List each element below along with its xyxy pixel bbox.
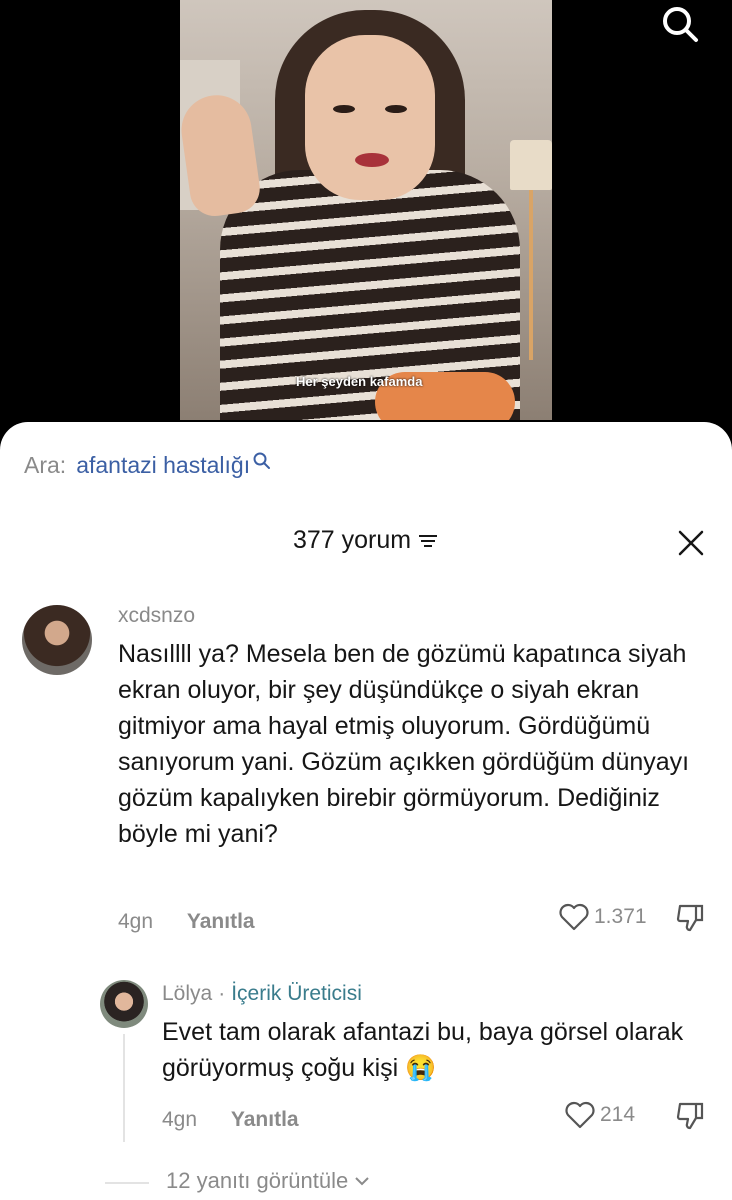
reply-button[interactable]: Yanıtla — [187, 910, 255, 933]
heart-icon — [565, 1101, 595, 1129]
reply-header: Lölya · İçerik Üreticisi — [162, 982, 362, 1006]
thread-line — [123, 1034, 125, 1142]
video-player[interactable]: Her şeyden kafamda — [0, 0, 732, 440]
close-icon[interactable] — [676, 528, 706, 558]
divider — [105, 1182, 149, 1184]
lamp-pole — [529, 190, 533, 360]
separator: · — [218, 982, 226, 1005]
like-count: 1.371 — [594, 905, 647, 928]
lamp-shade — [510, 140, 552, 190]
reply-text: Evet tam olarak afantazi bu, baya görsel… — [162, 1018, 684, 1082]
comment-text: Nasıllll ya? Mesela ben de gözümü kapatı… — [118, 640, 690, 848]
search-term[interactable]: afantazi hastalığı — [76, 452, 250, 479]
search-icon[interactable] — [658, 2, 702, 46]
reply-age: 4gn — [162, 1108, 198, 1131]
heart-icon — [559, 903, 589, 931]
search-prefix: Ara: — [24, 452, 67, 478]
comment-age: 4gn — [118, 910, 154, 933]
lips — [355, 153, 389, 167]
reply-username[interactable]: Lölya — [162, 982, 212, 1006]
view-replies-button[interactable]: 12 yanıtı görüntüle — [166, 1168, 370, 1194]
view-replies-label: 12 yanıtı görüntüle — [166, 1168, 349, 1193]
eye — [385, 105, 407, 113]
like-button[interactable]: 214 — [564, 1100, 635, 1130]
creator-badge: İçerik Üreticisi — [231, 982, 362, 1005]
comment-count: 377 yorum — [292, 526, 412, 554]
related-search[interactable]: Ara: afantazi hastalığı — [24, 452, 272, 479]
video-frame: Her şeyden kafamda — [180, 0, 552, 420]
comments-header: 377 yorum — [0, 526, 732, 555]
avatar[interactable] — [22, 605, 92, 675]
filter-icon[interactable] — [417, 531, 439, 551]
video-caption: Her şeyden kafamda — [296, 374, 423, 389]
person-face — [305, 35, 435, 200]
reply-meta: 4gn Yanıtla — [162, 1108, 299, 1132]
thumbs-down-icon[interactable] — [674, 902, 706, 932]
comment-meta: 4gn Yanıtla — [118, 910, 255, 934]
search-icon — [253, 452, 271, 469]
thumbs-down-icon[interactable] — [674, 1100, 706, 1130]
comment-username[interactable]: xcdsnzo — [118, 604, 195, 628]
person-hand — [180, 90, 264, 220]
eye — [333, 105, 355, 113]
comments-sheet: Ara: afantazi hastalığı 377 yorum xcdsnz… — [0, 422, 732, 1200]
avatar[interactable] — [100, 980, 148, 1028]
like-button[interactable]: 1.371 — [558, 902, 647, 932]
chevron-down-icon — [355, 1177, 369, 1186]
like-count: 214 — [600, 1103, 636, 1126]
reply-button[interactable]: Yanıtla — [231, 1108, 299, 1131]
